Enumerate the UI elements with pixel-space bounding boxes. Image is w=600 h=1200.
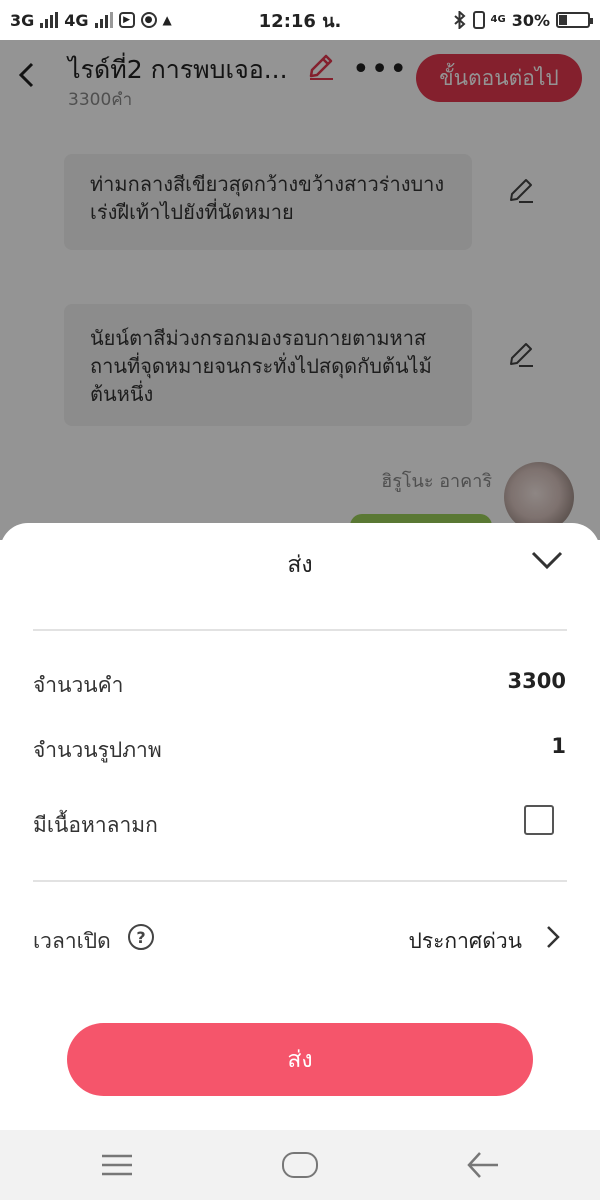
battery-percent: 30% [511, 10, 550, 30]
chevron-right-icon[interactable] [542, 923, 564, 951]
publish-time-value[interactable]: ประกาศด่วน [408, 925, 522, 958]
adult-content-label: มีเนื้อหาลามก [33, 813, 158, 837]
media-play-icon: ▶ [118, 12, 135, 28]
image-count-value: 1 [551, 734, 566, 758]
divider [33, 880, 567, 882]
battery-icon [556, 12, 593, 28]
home-icon[interactable] [282, 1152, 318, 1178]
adult-content-checkbox[interactable] [524, 805, 554, 835]
chat-app-icon: ● [140, 12, 157, 28]
word-count-label: จำนวนคำ [33, 673, 124, 697]
image-count-label: จำนวนรูปภาพ [33, 738, 162, 762]
question-icon[interactable]: ? [128, 924, 154, 950]
word-count-value: 3300 [507, 669, 566, 693]
send-bottom-sheet: ส่ง จำนวนคำ 3300 จำนวนรูปภาพ 1 มีเนื้อหา… [0, 523, 600, 1130]
modal-overlay[interactable] [0, 40, 600, 540]
chevron-down-icon[interactable] [530, 543, 564, 577]
vibrate-icon [472, 11, 485, 29]
battery-fill [559, 15, 567, 25]
send-button[interactable]: ส่ง [67, 1023, 533, 1096]
upload-icon: ▲ [162, 13, 172, 27]
network-4g-label: 4G [64, 10, 89, 30]
status-bar-left: 3G 4G ▶ ● ▲ [10, 11, 453, 30]
system-nav-bar [0, 1130, 600, 1200]
status-bar: 3G 4G ▶ ● ▲ 12:16 น. 4G 30% [0, 0, 600, 40]
publish-time-label: เวลาเปิด [33, 929, 111, 953]
signal-icon [40, 12, 59, 28]
divider [33, 629, 567, 631]
mobile-data-label: 4G [490, 14, 506, 25]
signal-icon-2 [94, 12, 113, 28]
menu-icon[interactable] [100, 1154, 134, 1176]
network-3g-label: 3G [10, 10, 35, 30]
sheet-title: ส่ง [287, 552, 313, 578]
status-bar-right: 4G 30% [453, 10, 593, 30]
bluetooth-icon [453, 11, 466, 29]
nav-back-icon[interactable] [466, 1150, 500, 1180]
